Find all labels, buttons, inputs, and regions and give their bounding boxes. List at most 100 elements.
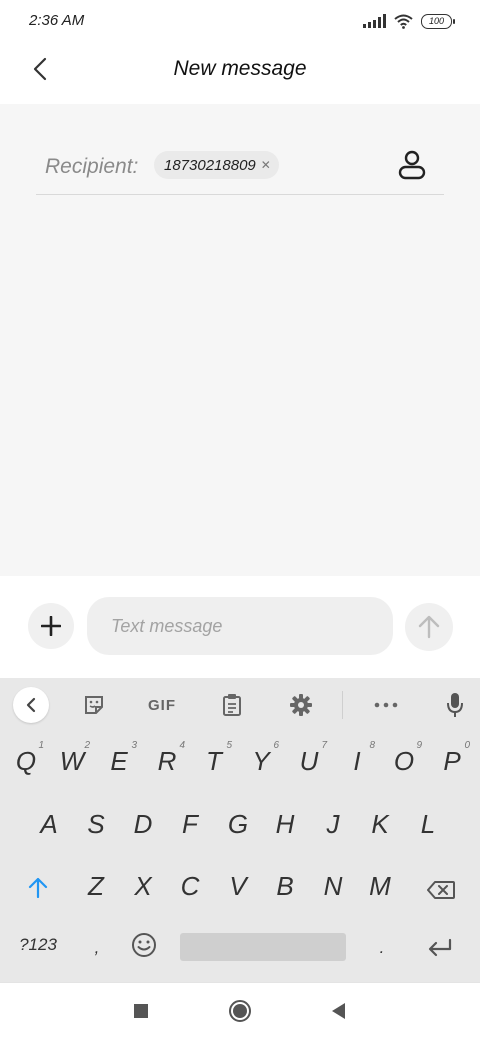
recents-icon	[134, 1004, 148, 1018]
gif-button[interactable]: GIF	[140, 688, 184, 722]
settings-button[interactable]	[285, 688, 317, 722]
sticker-button[interactable]	[78, 688, 110, 722]
wifi-icon	[394, 14, 413, 29]
key-label: Y	[252, 746, 270, 776]
key-i[interactable]: I8	[337, 740, 377, 777]
key-hint: 9	[416, 740, 422, 751]
recipient-chip[interactable]: 18730218809 ✕	[154, 151, 279, 179]
voice-input-button[interactable]	[440, 688, 470, 722]
key-c[interactable]: C	[170, 871, 210, 902]
key-hint: 5	[226, 740, 232, 751]
key-e[interactable]: E3	[99, 740, 139, 777]
key-b[interactable]: B	[265, 871, 305, 902]
key-q[interactable]: Q1	[6, 740, 46, 777]
emoji-icon	[132, 933, 156, 957]
text-message-input[interactable]	[87, 597, 393, 655]
clipboard-button[interactable]	[216, 688, 248, 722]
status-icons: 100	[363, 12, 455, 30]
key-label: W	[59, 746, 85, 776]
key-y[interactable]: Y6	[241, 740, 281, 777]
clipboard-icon	[223, 694, 241, 716]
shift-key[interactable]	[18, 874, 58, 905]
close-icon[interactable]: ✕	[261, 158, 271, 172]
plus-icon	[41, 616, 61, 636]
keyboard-toolbar: GIF	[0, 678, 480, 732]
system-nav-bar	[0, 982, 480, 1040]
key-hint: 2	[84, 740, 90, 751]
space-bar[interactable]	[180, 933, 346, 961]
key-hint: 8	[369, 740, 375, 751]
key-l[interactable]: L	[408, 809, 448, 840]
key-hint: 6	[273, 740, 279, 751]
nav-back-button[interactable]	[324, 997, 352, 1025]
key-r[interactable]: R4	[147, 740, 187, 777]
shift-icon	[28, 877, 48, 899]
enter-key[interactable]	[420, 934, 460, 965]
key-t[interactable]: T5	[194, 740, 234, 777]
keyboard: Q1 W2 E3 R4 T5 Y6 U7 I8 O9 P0 A S D F G …	[0, 732, 480, 982]
signal-icon	[363, 14, 386, 28]
key-z[interactable]: Z	[76, 871, 116, 902]
key-a[interactable]: A	[29, 809, 69, 840]
home-icon	[229, 1000, 251, 1022]
key-label: T	[206, 746, 222, 776]
key-label: R	[157, 746, 177, 776]
person-icon	[398, 150, 426, 180]
key-hint: 0	[464, 740, 470, 751]
key-x[interactable]: X	[123, 871, 163, 902]
more-button[interactable]	[370, 688, 402, 722]
back-icon	[332, 1003, 345, 1019]
arrow-up-icon	[418, 615, 440, 639]
microphone-icon	[447, 693, 463, 717]
chevron-left-icon	[26, 697, 36, 713]
sticker-icon	[85, 696, 103, 714]
key-hint: 7	[321, 740, 327, 751]
key-hint: 1	[38, 740, 44, 751]
key-w[interactable]: W2	[52, 740, 92, 777]
send-button[interactable]	[405, 603, 453, 651]
period-key[interactable]: .	[362, 938, 402, 958]
key-o[interactable]: O9	[384, 740, 424, 777]
toolbar-divider	[342, 691, 343, 719]
recents-button[interactable]	[127, 997, 155, 1025]
key-f[interactable]: F	[170, 809, 210, 840]
home-button[interactable]	[226, 997, 254, 1025]
recipient-label: Recipient:	[45, 155, 139, 178]
app-header: New message	[0, 42, 480, 104]
key-d[interactable]: D	[123, 809, 163, 840]
backspace-icon	[427, 881, 455, 899]
battery-icon: 100	[421, 13, 455, 29]
key-label: P	[443, 746, 461, 776]
message-input-bar	[0, 576, 480, 678]
attach-button[interactable]	[28, 603, 74, 649]
recipient-chip-number: 18730218809	[164, 156, 256, 174]
page-title: New message	[173, 57, 307, 80]
recipient-row[interactable]: Recipient: 18730218809 ✕	[36, 144, 444, 195]
key-h[interactable]: H	[265, 809, 305, 840]
comma-key[interactable]: ,	[77, 938, 117, 958]
key-g[interactable]: G	[218, 809, 258, 840]
key-label: I	[353, 746, 361, 776]
key-n[interactable]: N	[313, 871, 353, 902]
key-v[interactable]: V	[218, 871, 258, 902]
key-p[interactable]: P0	[432, 740, 472, 777]
backspace-key[interactable]	[421, 876, 461, 907]
gear-icon	[290, 694, 312, 716]
status-bar: 2:36 AM 100	[0, 0, 480, 42]
key-u[interactable]: U7	[289, 740, 329, 777]
key-s[interactable]: S	[76, 809, 116, 840]
key-label: O	[393, 746, 415, 776]
collapse-toolbar-button[interactable]	[13, 687, 49, 723]
key-hint: 4	[179, 740, 185, 751]
emoji-key[interactable]	[124, 932, 164, 965]
key-m[interactable]: M	[360, 871, 400, 902]
more-icon	[374, 702, 398, 708]
key-label: E	[110, 746, 128, 776]
key-j[interactable]: J	[313, 809, 353, 840]
key-label: Q	[15, 746, 37, 776]
symbols-key[interactable]: ?123	[14, 935, 62, 955]
enter-icon	[428, 938, 452, 957]
add-contact-button[interactable]	[394, 146, 430, 184]
compose-area[interactable]: Recipient: 18730218809 ✕	[0, 104, 480, 576]
key-k[interactable]: K	[360, 809, 400, 840]
